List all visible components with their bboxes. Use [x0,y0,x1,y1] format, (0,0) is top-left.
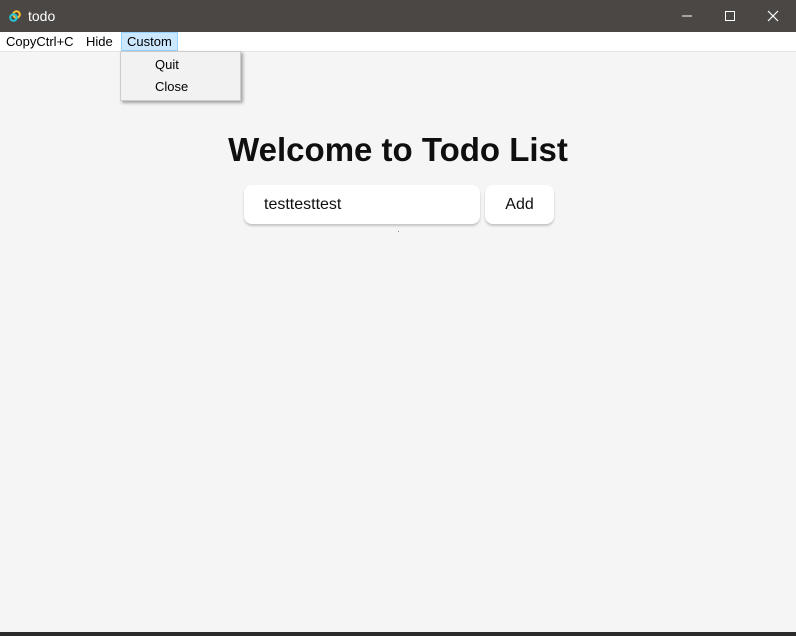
minimize-icon [682,15,692,17]
menu-copy[interactable]: CopyCtrl+C [0,32,80,51]
menu-item-quit[interactable]: Quit [122,54,239,76]
menu-item-close[interactable]: Close [122,76,239,98]
window-bottom-edge [0,632,796,636]
app-logo-icon [8,9,22,23]
menu-bar: CopyCtrl+C Hide Custom [0,32,796,52]
maximize-button[interactable] [707,0,753,32]
todo-list [398,231,399,232]
window-titlebar[interactable]: todo [0,0,796,32]
close-icon [767,10,779,22]
window-title: todo [28,8,56,24]
menu-custom[interactable]: Custom [121,32,178,51]
menu-hide[interactable]: Hide [80,32,119,51]
add-button[interactable]: Add [485,185,554,224]
custom-menu-dropdown: Quit Close [120,51,241,101]
minimize-button[interactable] [664,0,710,32]
todo-input[interactable] [244,185,480,224]
maximize-icon [725,11,735,21]
page-title: Welcome to Todo List [228,131,568,168]
close-window-button[interactable] [750,0,796,32]
